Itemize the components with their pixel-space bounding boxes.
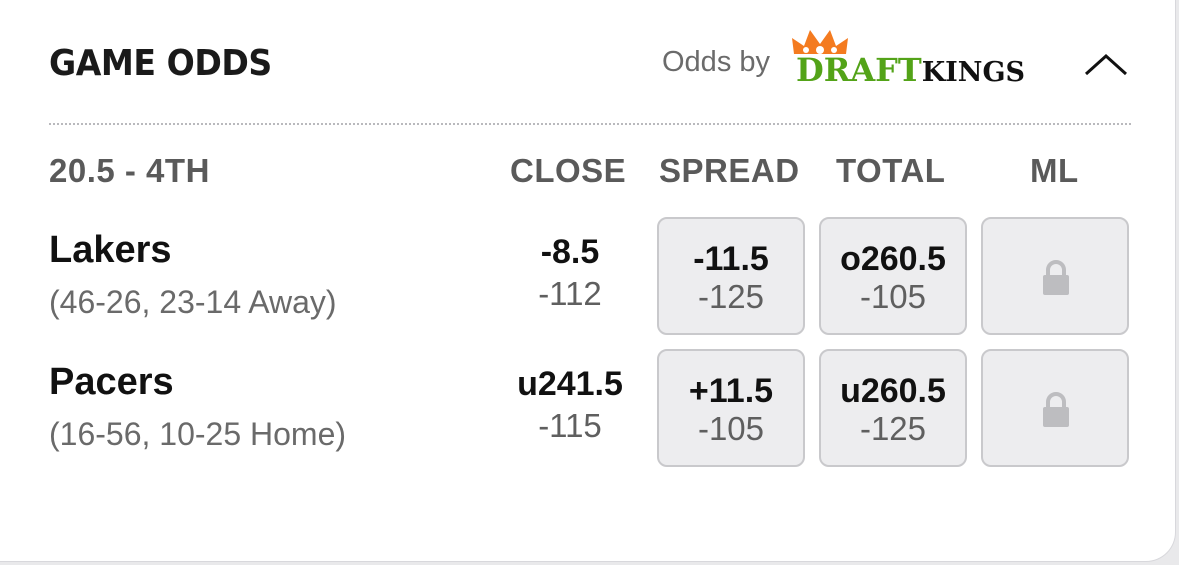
team-name-lakers: Lakers [49,229,172,271]
spread-line: +11.5 [688,372,774,410]
lock-icon [1043,260,1069,295]
draftkings-wordmark-draft: DRAFT [796,51,922,89]
moneyline-button-pacers[interactable] [981,349,1129,467]
column-header-spread: SPREAD [659,152,800,189]
column-header-total: TOTAL [836,152,946,189]
close-line: -8.5 [540,233,600,271]
close-price: -115 [538,407,602,444]
spread-price: -105 [697,410,765,447]
total-line: u260.5 [840,372,946,410]
close-cell-lakers: -8.5 -112 [500,232,640,314]
spread-button-lakers[interactable]: -11.5 -125 [657,217,805,335]
game-status: 20.5 - 4TH [49,152,210,189]
close-price: -112 [538,275,602,312]
draftkings-wordmark: DRAFTKINGS [796,48,1025,95]
team-record-pacers: (16-56, 10-25 Home) [49,416,347,452]
game-odds-card: GAME ODDS Odds by DRAFTKINGS 20.5 - 4TH … [0,0,1176,562]
total-price: -125 [859,410,927,447]
column-header-close: CLOSE [510,152,627,189]
total-line: o260.5 [840,240,946,278]
team-record-lakers: (46-26, 23-14 Away) [49,284,337,320]
spread-line: -11.5 [693,240,769,278]
total-button-pacers[interactable]: u260.5 -125 [819,349,967,467]
column-header-ml: ML [1030,152,1079,189]
chevron-up-icon [1084,53,1128,76]
draftkings-wordmark-kings: KINGS [921,57,1026,88]
odds-by-label: Odds by [662,46,770,78]
spread-button-pacers[interactable]: +11.5 -105 [657,349,805,467]
close-line: u241.5 [517,365,623,403]
draftkings-logo[interactable]: DRAFTKINGS [790,28,1062,90]
close-cell-pacers: u241.5 -115 [500,364,640,446]
lock-icon [1043,392,1069,427]
moneyline-button-lakers[interactable] [981,217,1129,335]
spread-price: -125 [697,278,765,315]
total-button-lakers[interactable]: o260.5 -105 [819,217,967,335]
collapse-button[interactable] [1080,44,1132,84]
divider [49,123,1131,125]
section-title: GAME ODDS [49,43,272,84]
team-name-pacers: Pacers [49,361,174,403]
total-price: -105 [859,278,927,315]
